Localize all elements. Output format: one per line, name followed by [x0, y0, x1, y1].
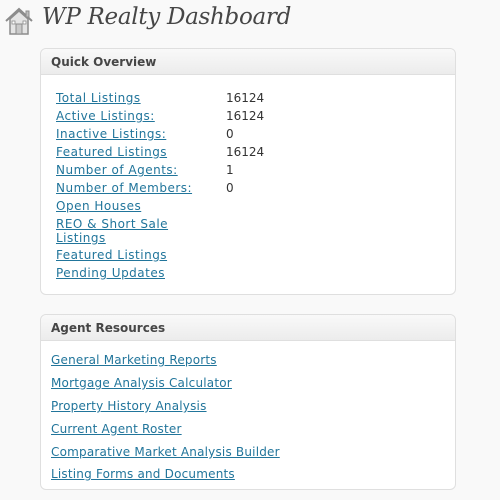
- agent-resources-title[interactable]: Agent Resources: [41, 315, 455, 341]
- number-of-agents-link[interactable]: Number of Agents:: [56, 163, 178, 177]
- reo-short-sale-link[interactable]: REO & Short Sale Listings: [56, 217, 196, 245]
- listing-forms-and-documents-link[interactable]: Listing Forms and Documents: [51, 467, 235, 481]
- quick-overview-panel: Quick Overview Total Listings 16124 Acti…: [40, 48, 456, 295]
- active-listings-value: 16124: [226, 109, 265, 123]
- active-listings-link[interactable]: Active Listings:: [56, 109, 155, 123]
- stat-row: Featured Listings 16124: [56, 145, 264, 159]
- comparative-market-analysis-builder-link[interactable]: Comparative Market Analysis Builder: [51, 445, 280, 459]
- featured-listings-link[interactable]: Featured Listings: [56, 145, 167, 159]
- general-marketing-reports-link[interactable]: General Marketing Reports: [51, 353, 217, 367]
- resource-item: Listing Forms and Documents: [51, 467, 235, 481]
- link-row: REO & Short Sale Listings: [56, 217, 196, 245]
- stat-row: Inactive Listings: 0: [56, 127, 234, 141]
- number-of-members-value: 0: [226, 181, 234, 195]
- resource-item: Current Agent Roster: [51, 422, 182, 436]
- featured-listings-secondary-link[interactable]: Featured Listings: [56, 248, 167, 262]
- link-row: Open Houses: [56, 199, 141, 213]
- resource-item: Comparative Market Analysis Builder: [51, 445, 280, 459]
- inactive-listings-link[interactable]: Inactive Listings:: [56, 127, 166, 141]
- total-listings-link[interactable]: Total Listings: [56, 91, 141, 105]
- page-header: WP Realty Dashboard: [0, 0, 500, 40]
- open-houses-link[interactable]: Open Houses: [56, 199, 141, 213]
- current-agent-roster-link[interactable]: Current Agent Roster: [51, 422, 182, 436]
- stat-row: Number of Agents: 1: [56, 163, 234, 177]
- stat-row: Total Listings 16124: [56, 91, 264, 105]
- quick-overview-title[interactable]: Quick Overview: [41, 49, 455, 75]
- inactive-listings-value: 0: [226, 127, 234, 141]
- number-of-members-link[interactable]: Number of Members:: [56, 181, 192, 195]
- total-listings-value: 16124: [226, 91, 265, 105]
- stat-row: Number of Members: 0: [56, 181, 234, 195]
- link-row: Pending Updates: [56, 266, 165, 280]
- number-of-agents-value: 1: [226, 163, 234, 177]
- resource-item: Property History Analysis: [51, 399, 207, 413]
- link-row: Featured Listings: [56, 248, 167, 262]
- resource-item: General Marketing Reports: [51, 353, 217, 367]
- pending-updates-link[interactable]: Pending Updates: [56, 266, 165, 280]
- property-history-analysis-link[interactable]: Property History Analysis: [51, 399, 207, 413]
- featured-listings-value: 16124: [226, 145, 265, 159]
- stat-row: Active Listings: 16124: [56, 109, 264, 123]
- page-title: WP Realty Dashboard: [42, 4, 292, 30]
- mortgage-analysis-calculator-link[interactable]: Mortgage Analysis Calculator: [51, 376, 232, 390]
- house-icon: [5, 7, 33, 35]
- agent-resources-panel: Agent Resources General Marketing Report…: [40, 314, 456, 490]
- resource-item: Mortgage Analysis Calculator: [51, 376, 232, 390]
